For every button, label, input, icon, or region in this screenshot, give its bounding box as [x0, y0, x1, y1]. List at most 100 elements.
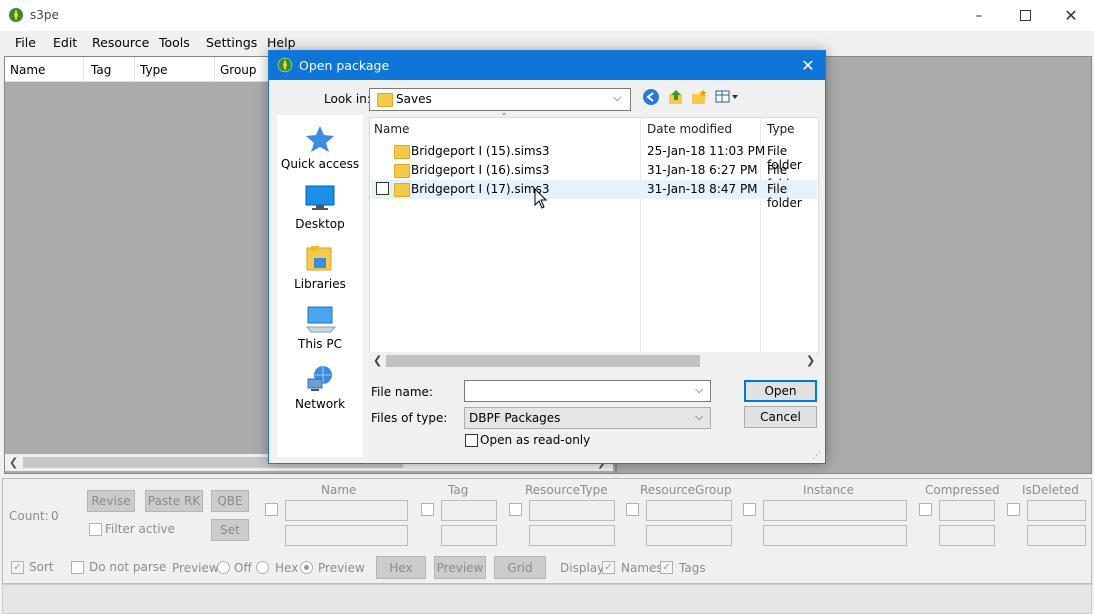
- place-this-pc[interactable]: This PC: [277, 301, 363, 357]
- name-value-input[interactable]: [285, 525, 408, 546]
- menu-settings[interactable]: Settings: [206, 35, 257, 50]
- mouse-cursor-icon: [534, 187, 548, 213]
- dialog-close-button[interactable]: ✕: [797, 55, 819, 75]
- file-list-hscrollbar[interactable]: ❮ ❯: [369, 352, 817, 369]
- up-folder-icon[interactable]: [667, 88, 685, 106]
- resourcegroup-filter-input[interactable]: [646, 500, 732, 521]
- dialog-title-bar[interactable]: Open package ✕: [269, 51, 825, 80]
- view-menu-icon[interactable]: [715, 89, 741, 105]
- place-label: Desktop: [295, 217, 345, 231]
- column-tag[interactable]: Tag: [91, 63, 111, 77]
- preview-off-radio[interactable]: [217, 561, 230, 574]
- field-isdeleted-label: IsDeleted: [1022, 483, 1079, 497]
- scroll-right-icon[interactable]: ❯: [806, 354, 815, 367]
- resourcetype-value-input[interactable]: [529, 525, 615, 546]
- hex-button[interactable]: Hex: [376, 556, 426, 579]
- do-not-parse-label: Do not parse: [89, 560, 167, 574]
- set-button[interactable]: Set: [211, 519, 249, 541]
- preview-preview-radio[interactable]: [300, 561, 313, 574]
- menu-edit[interactable]: Edit: [53, 35, 77, 50]
- scroll-thumb[interactable]: [386, 355, 700, 367]
- field-tag-label: Tag: [448, 483, 469, 497]
- compressed-filter-input[interactable]: [939, 500, 995, 521]
- file-name-input[interactable]: ⌵: [464, 380, 711, 402]
- tag-value-input[interactable]: [441, 525, 497, 546]
- preview-button[interactable]: Preview: [434, 556, 486, 579]
- open-read-only-label: Open as read-only: [480, 433, 591, 447]
- file-row[interactable]: Bridgeport I (15).sims3 25-Jan-18 11:03 …: [371, 142, 817, 172]
- files-of-type-select[interactable]: DBPF Packages ⌵: [464, 407, 711, 429]
- tag-filter-checkbox[interactable]: [421, 503, 434, 516]
- qbe-button[interactable]: QBE: [211, 490, 249, 512]
- tag-filter-input[interactable]: [441, 500, 497, 521]
- display-names-checkbox[interactable]: ✓: [602, 561, 615, 574]
- minimize-button[interactable]: –: [956, 0, 1002, 31]
- file-name: Bridgeport I (17).sims3: [411, 182, 550, 196]
- paste-rk-button[interactable]: Paste RK: [145, 490, 203, 512]
- scroll-left-icon[interactable]: ❮: [9, 456, 18, 469]
- column-header-type[interactable]: Type: [767, 122, 795, 136]
- scroll-left-icon[interactable]: ❮: [373, 354, 382, 367]
- chevron-down-icon[interactable]: ⌵: [695, 383, 703, 397]
- place-desktop[interactable]: Desktop: [277, 181, 363, 237]
- name-filter-checkbox[interactable]: [265, 503, 278, 516]
- place-libraries[interactable]: Libraries: [277, 241, 363, 297]
- file-row[interactable]: Bridgeport I (16).sims3 31-Jan-18 6:27 P…: [371, 161, 817, 191]
- menu-resource[interactable]: Resource: [92, 35, 149, 50]
- resourcetype-filter-input[interactable]: [529, 500, 615, 521]
- column-divider: [214, 57, 215, 81]
- grid-button[interactable]: Grid: [494, 556, 546, 579]
- resourcetype-filter-checkbox[interactable]: [509, 503, 522, 516]
- isdeleted-filter-checkbox[interactable]: [1007, 503, 1020, 516]
- preview-label: Preview:: [172, 561, 223, 575]
- sort-checkbox[interactable]: ✓: [11, 561, 24, 574]
- file-row-hovered[interactable]: Bridgeport I (17).sims3 31-Jan-18 8:47 P…: [371, 180, 817, 210]
- close-button[interactable]: ✕: [1048, 0, 1094, 31]
- do-not-parse-checkbox[interactable]: [71, 561, 84, 574]
- count-label: Count:: [9, 509, 49, 523]
- resize-grip-icon[interactable]: ⋰: [812, 451, 821, 461]
- revise-button[interactable]: Revise: [87, 490, 135, 512]
- row-select-checkbox[interactable]: [376, 182, 389, 195]
- place-label: Network: [294, 397, 346, 411]
- instance-filter-checkbox[interactable]: [743, 503, 756, 516]
- display-names-label: Names: [621, 561, 663, 575]
- compressed-value-input[interactable]: [939, 525, 995, 546]
- resourcegroup-value-input[interactable]: [646, 525, 732, 546]
- compressed-filter-checkbox[interactable]: [919, 503, 932, 516]
- column-type[interactable]: Type: [140, 63, 168, 77]
- file-list[interactable]: ⌃ Name Date modified Type Bridgeport I (…: [369, 112, 819, 355]
- cancel-button[interactable]: Cancel: [744, 406, 817, 428]
- instance-value-input[interactable]: [763, 525, 907, 546]
- bottom-panel: Count: 0 Revise Paste RK QBE Filter acti…: [2, 478, 1092, 584]
- instance-filter-input[interactable]: [763, 500, 907, 521]
- file-name-label: File name:: [371, 385, 433, 399]
- name-filter-input[interactable]: [285, 500, 408, 521]
- look-in-select[interactable]: Saves ⌵: [369, 88, 631, 111]
- isdeleted-value-input[interactable]: [1027, 525, 1086, 546]
- filter-active-checkbox[interactable]: [89, 523, 102, 536]
- open-read-only-checkbox[interactable]: [465, 434, 478, 447]
- display-label: Display:: [560, 561, 608, 575]
- maximize-button[interactable]: [1002, 0, 1048, 31]
- menu-tools[interactable]: Tools: [159, 35, 190, 50]
- preview-hex-radio[interactable]: [256, 561, 269, 574]
- menu-help[interactable]: Help: [267, 35, 296, 50]
- resourcegroup-filter-checkbox[interactable]: [626, 503, 639, 516]
- filter-active-label: Filter active: [105, 522, 176, 536]
- column-header-name[interactable]: Name: [374, 122, 409, 136]
- chevron-down-icon: ⌵: [695, 410, 704, 423]
- menu-file[interactable]: File: [15, 35, 36, 50]
- display-tags-checkbox[interactable]: ✓: [660, 561, 673, 574]
- place-label: Quick access: [280, 157, 360, 171]
- open-button[interactable]: Open: [744, 380, 817, 402]
- column-group[interactable]: Group: [220, 63, 257, 77]
- file-date: 31-Jan-18 8:47 PM: [647, 182, 758, 196]
- place-network[interactable]: Network: [277, 361, 363, 417]
- isdeleted-filter-input[interactable]: [1027, 500, 1086, 521]
- new-folder-icon[interactable]: [690, 88, 708, 106]
- back-icon[interactable]: [642, 88, 660, 106]
- place-quick-access[interactable]: Quick access: [277, 121, 363, 177]
- column-header-date-modified[interactable]: Date modified: [647, 122, 732, 136]
- column-name[interactable]: Name: [10, 63, 45, 77]
